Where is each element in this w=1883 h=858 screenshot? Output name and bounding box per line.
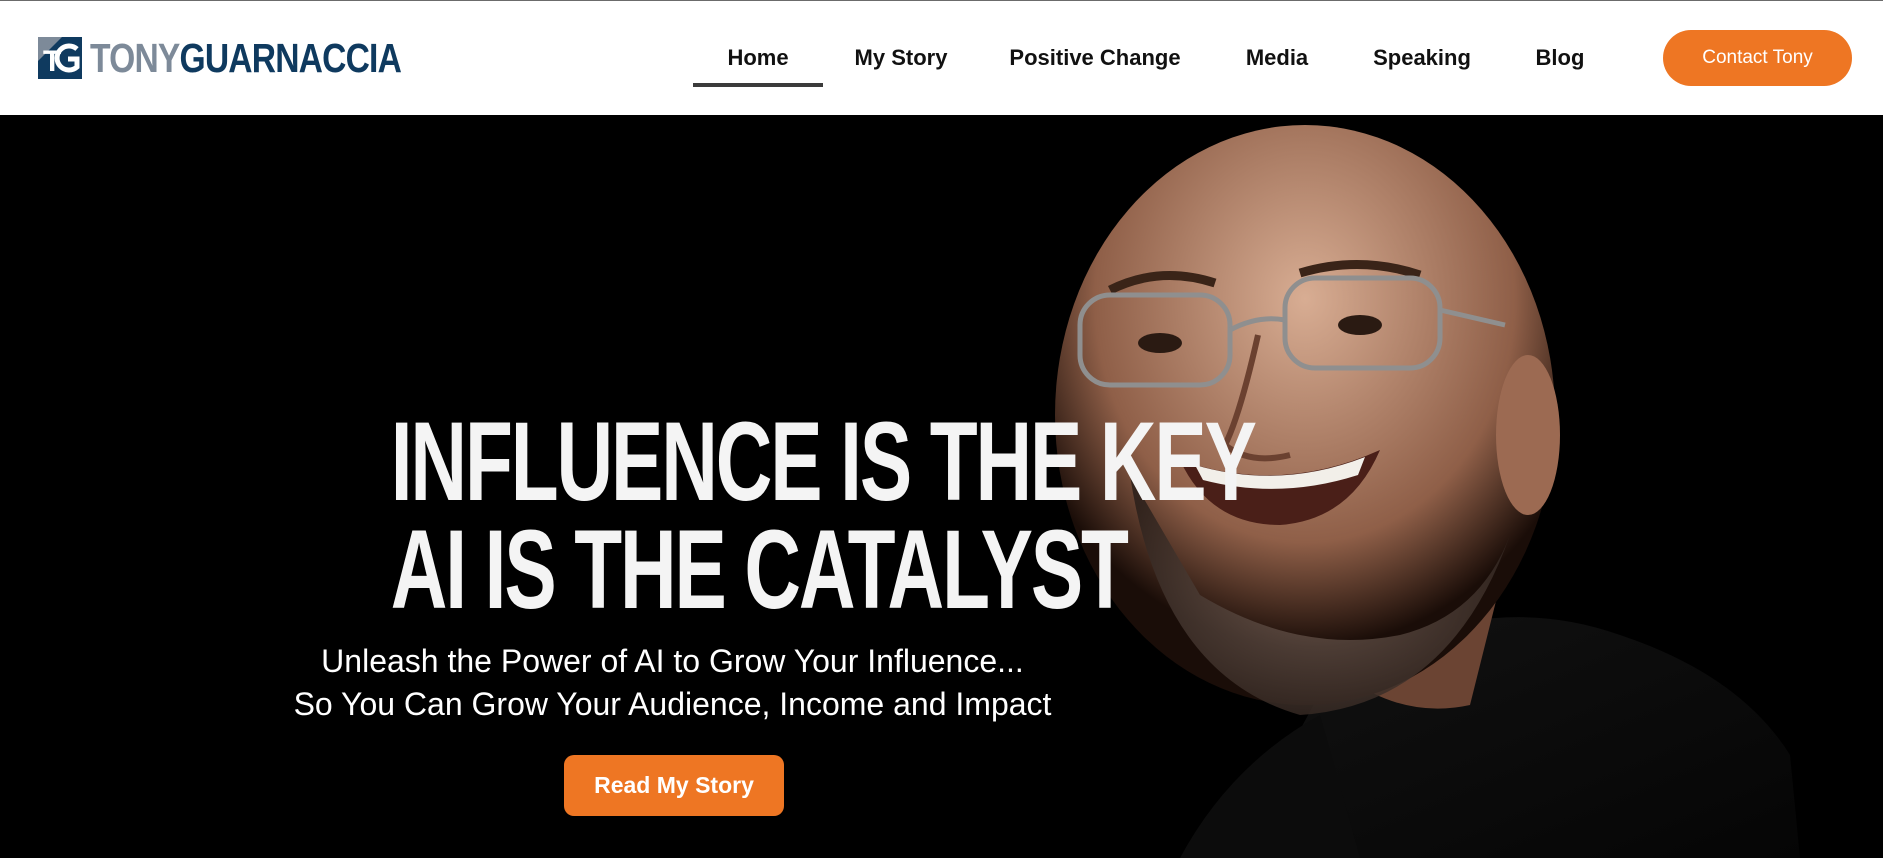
hero-subtitle-line-1: Unleash the Power of AI to Grow Your Inf…: [321, 643, 1024, 679]
nav-positive-change[interactable]: Positive Change: [1007, 43, 1183, 73]
hero-section: INFLUENCE IS THE KEY AI IS THE CATALYST …: [0, 115, 1883, 858]
nav-my-story[interactable]: My Story: [848, 43, 954, 73]
page: T TONY GUARNACCIA Home My Story Positive…: [0, 0, 1883, 858]
hero-subtitle: Unleash the Power of AI to Grow Your Inf…: [220, 640, 1125, 726]
nav-media[interactable]: Media: [1237, 43, 1317, 73]
hero-subtitle-line-2: So You Can Grow Your Audience, Income an…: [293, 686, 1052, 722]
nav-active-indicator: [693, 83, 823, 87]
site-logo[interactable]: T TONY GUARNACCIA: [36, 31, 469, 85]
logo-first-name: TONY: [90, 34, 180, 81]
hero-headline-line-2: AI IS THE CATALYST: [390, 507, 1129, 632]
logo-last-name: GUARNACCIA: [179, 34, 402, 81]
contact-tony-button[interactable]: Contact Tony: [1663, 30, 1852, 86]
site-header: T TONY GUARNACCIA Home My Story Positive…: [0, 0, 1883, 115]
nav-home[interactable]: Home: [693, 43, 823, 73]
hero-headline: INFLUENCE IS THE KEY AI IS THE CATALYST: [270, 399, 1257, 632]
nav-blog[interactable]: Blog: [1531, 43, 1589, 73]
logo-wordmark: TONY GUARNACCIA: [90, 34, 402, 81]
hero-headline-line-1: INFLUENCE IS THE KEY: [390, 399, 1257, 524]
nav-speaking[interactable]: Speaking: [1370, 43, 1474, 73]
tg-monogram-icon: T: [38, 37, 82, 79]
read-my-story-button[interactable]: Read My Story: [564, 755, 784, 816]
